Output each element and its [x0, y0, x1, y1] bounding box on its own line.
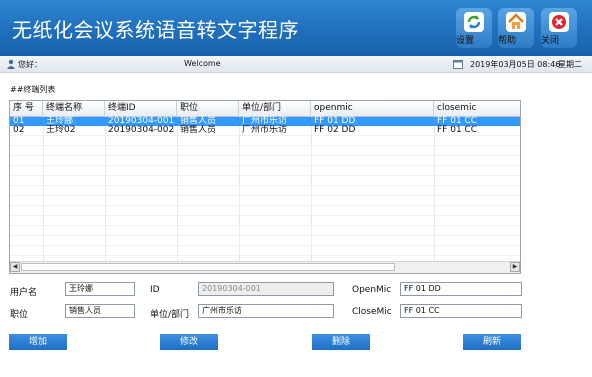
column-divider: [239, 116, 240, 261]
column-divider: [43, 116, 44, 261]
column-divider: [105, 116, 106, 261]
close-button[interactable]: 关闭: [541, 8, 577, 48]
cell-closemic: FF 01 CC: [437, 125, 478, 135]
row-divider: [10, 225, 520, 226]
datetime-text: 2019年03月05日 08:46: [470, 60, 561, 69]
cell-name: 王玲02: [46, 125, 76, 135]
settings-button[interactable]: 设置: [456, 8, 492, 48]
row-divider: [10, 185, 520, 186]
user-icon: [7, 59, 15, 69]
col-header-id[interactable]: 终端ID: [105, 101, 177, 116]
scroll-left-button[interactable]: ◀: [10, 262, 20, 272]
weekday-text: 星期二: [558, 60, 582, 69]
closemic-field[interactable]: FF 01 CC: [400, 304, 522, 318]
position-field[interactable]: 销售人员: [65, 304, 135, 318]
help-button[interactable]: 帮助: [498, 8, 534, 48]
col-header-index[interactable]: 序 号: [10, 101, 43, 116]
table-row[interactable]: 02 王玲02 20190304-002 销售人员 广州市乐访 FF 02 DD…: [10, 125, 520, 135]
col-header-name[interactable]: 终端名称: [43, 101, 105, 116]
openmic-label: OpenMic: [352, 285, 392, 295]
row-divider: [10, 195, 520, 196]
closemic-label: CloseMic: [352, 307, 392, 317]
row-divider: [10, 245, 520, 246]
delete-button[interactable]: 删除: [312, 334, 370, 350]
home-icon: [506, 12, 526, 32]
cell-index: 02: [13, 125, 25, 135]
username-field[interactable]: 王玲娜: [65, 282, 135, 296]
settings-label: 设置: [456, 36, 475, 46]
refresh-icon: [464, 12, 484, 32]
col-header-closemic[interactable]: closemic: [434, 101, 520, 116]
scroll-thumb[interactable]: [21, 263, 395, 271]
position-label: 职位: [10, 310, 29, 320]
add-button[interactable]: 增加: [9, 334, 67, 350]
title-bar: 无纸化会议系统语音转文字程序 设置 帮助 关闭: [0, 0, 592, 56]
row-divider: [10, 215, 520, 216]
dept-label: 单位/部门: [150, 310, 190, 320]
row-divider: [10, 145, 520, 146]
row-divider: [10, 165, 520, 166]
close-label: 关闭: [541, 36, 560, 46]
dept-field[interactable]: 广州市乐访: [198, 304, 334, 318]
row-divider: [10, 255, 520, 256]
column-divider: [177, 116, 178, 261]
calendar-icon: [453, 60, 463, 69]
openmic-field[interactable]: FF 01 DD: [400, 282, 522, 296]
greeting-text: 您好：: [18, 60, 42, 69]
username-label: 用户名: [10, 288, 38, 298]
column-divider: [311, 116, 312, 261]
cell-openmic: FF 02 DD: [314, 125, 356, 135]
row-divider: [10, 135, 520, 136]
row-divider: [10, 175, 520, 176]
cell-id: 20190304-002: [108, 125, 175, 135]
section-title: ##终端列表: [10, 85, 56, 94]
col-header-openmic[interactable]: openmic: [311, 101, 434, 116]
id-field[interactable]: 20190304-001: [198, 282, 334, 296]
edit-button[interactable]: 修改: [160, 334, 218, 350]
row-divider: [10, 155, 520, 156]
cell-dept: 广州市乐访: [242, 125, 288, 135]
table-header: 序 号 终端名称 终端ID 职位 单位/部门 openmic closemic: [10, 101, 520, 117]
terminal-table[interactable]: 序 号 终端名称 终端ID 职位 单位/部门 openmic closemic …: [9, 100, 521, 274]
close-icon: [549, 12, 569, 32]
app-title: 无纸化会议系统语音转文字程序: [12, 18, 299, 42]
horizontal-scrollbar[interactable]: ◀ ▶: [10, 261, 520, 273]
col-header-position[interactable]: 职位: [177, 101, 239, 116]
id-label: ID: [150, 285, 160, 295]
column-divider: [434, 116, 435, 261]
scroll-right-button[interactable]: ▶: [510, 262, 520, 272]
help-label: 帮助: [498, 36, 517, 46]
welcome-text: Welcome: [184, 59, 221, 68]
row-divider: [10, 235, 520, 236]
cell-position: 销售人员: [180, 125, 217, 135]
col-header-dept[interactable]: 单位/部门: [239, 101, 311, 116]
row-divider: [10, 205, 520, 206]
refresh-button[interactable]: 刷新: [463, 334, 521, 350]
status-bar: 您好： Welcome 2019年03月05日 08:46 星期二: [0, 56, 592, 73]
